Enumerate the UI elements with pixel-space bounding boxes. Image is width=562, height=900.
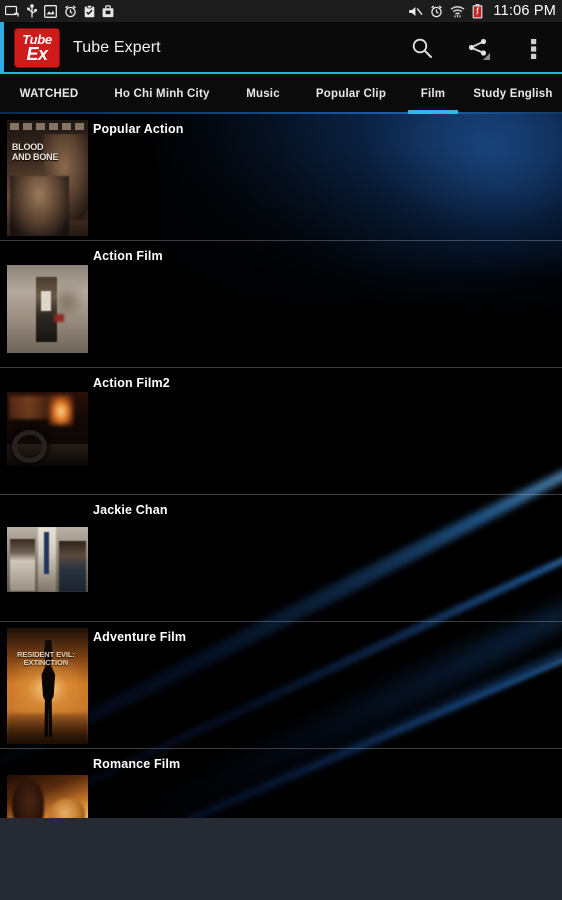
list-item-thumbnail: RESIDENT EVIL: EXTINCTION xyxy=(7,628,88,744)
blood-and-bone-poster-art: BLOOD AND BONE xyxy=(7,120,88,236)
list-item-thumbnail xyxy=(7,527,88,592)
tab-label: Music xyxy=(246,88,280,100)
tab-label: Film xyxy=(420,88,446,100)
app-logo-bottom-text: Ex xyxy=(26,44,48,64)
list-item[interactable]: Adventure Film RESIDENT EVIL: EXTINCTION xyxy=(0,622,562,749)
resident-evil-poster-art: RESIDENT EVIL: EXTINCTION xyxy=(7,628,88,744)
poster-title-text: RESIDENT EVIL: EXTINCTION xyxy=(16,650,75,668)
list-item-thumbnail xyxy=(7,392,88,466)
list-item[interactable]: Romance Film xyxy=(0,749,562,818)
list-item-title: Jackie Chan xyxy=(93,503,168,517)
tab-label: Popular Clip xyxy=(315,88,387,100)
list-item[interactable]: Action Film xyxy=(0,241,562,368)
tab-label: Ho Chi Minh City xyxy=(114,88,210,100)
content-area: Popular Action BLOOD AND BONE Action Fil… xyxy=(0,114,562,818)
search-button[interactable] xyxy=(394,22,450,74)
mute-icon xyxy=(409,6,423,16)
tab-label: Study English xyxy=(473,88,553,100)
app-screen: 11:06 PM Tube Ex Tube Expert WATCHED Ho … xyxy=(0,0,562,900)
street-fight-scene-art xyxy=(7,265,88,353)
screenshot-icon xyxy=(44,4,57,18)
tab-popular-clip[interactable]: Popular Clip xyxy=(300,74,402,114)
tab-film[interactable]: Film xyxy=(402,74,464,114)
appbar-left-accent xyxy=(0,22,4,74)
briefcase-icon xyxy=(102,4,114,17)
system-navigation-bar xyxy=(0,818,562,900)
list-item-title: Popular Action xyxy=(93,122,184,136)
overflow-menu-icon xyxy=(531,39,537,59)
app-title: Tube Expert xyxy=(73,39,161,56)
status-bar: 11:06 PM xyxy=(0,0,562,22)
video-category-list[interactable]: Popular Action BLOOD AND BONE Action Fil… xyxy=(0,114,562,818)
poster-title-text: BLOOD AND BONE xyxy=(11,142,59,162)
app-logo: Tube Ex xyxy=(14,28,60,68)
alarm-icon xyxy=(431,5,443,17)
tab-ho-chi-minh-city[interactable]: Ho Chi Minh City xyxy=(98,74,226,114)
status-bar-clock: 11:06 PM xyxy=(493,2,556,19)
status-bar-notification-icons xyxy=(5,4,114,18)
search-icon xyxy=(412,38,432,58)
tab-music[interactable]: Music xyxy=(226,74,300,114)
overflow-menu-button[interactable] xyxy=(506,22,562,74)
clipboard-check-icon xyxy=(84,4,95,17)
list-item-title: Adventure Film xyxy=(93,630,187,644)
alarm-icon xyxy=(65,5,76,17)
tab-label: WATCHED xyxy=(19,88,79,100)
list-item-title: Romance Film xyxy=(93,757,181,771)
romance-couple-scene-art xyxy=(7,775,88,818)
list-item[interactable]: Popular Action BLOOD AND BONE xyxy=(0,114,562,241)
car-explosion-scene-art xyxy=(7,392,88,466)
share-icon xyxy=(468,38,490,60)
tab-watched[interactable]: WATCHED xyxy=(0,74,98,114)
share-button[interactable] xyxy=(450,22,506,74)
app-bar-actions xyxy=(394,22,562,74)
list-item-thumbnail: BLOOD AND BONE xyxy=(7,120,88,236)
list-item[interactable]: Action Film2 xyxy=(0,368,562,495)
jackie-chan-scene-art xyxy=(7,527,88,592)
status-bar-system-icons: 11:06 PM xyxy=(408,2,556,19)
tab-bar: WATCHED Ho Chi Minh City Music Popular C… xyxy=(0,74,562,114)
usb-icon xyxy=(27,4,37,18)
app-bar: Tube Ex Tube Expert xyxy=(0,22,562,74)
list-item-title: Action Film xyxy=(93,249,163,263)
battery-icon xyxy=(473,3,483,18)
list-item[interactable]: Jackie Chan xyxy=(0,495,562,622)
wifi-icon xyxy=(450,5,465,17)
list-item-thumbnail xyxy=(7,775,88,818)
tab-study-english[interactable]: Study English xyxy=(464,74,562,114)
screencast-icon xyxy=(5,5,19,17)
list-item-title: Action Film2 xyxy=(93,376,170,390)
list-item-thumbnail xyxy=(7,265,88,353)
